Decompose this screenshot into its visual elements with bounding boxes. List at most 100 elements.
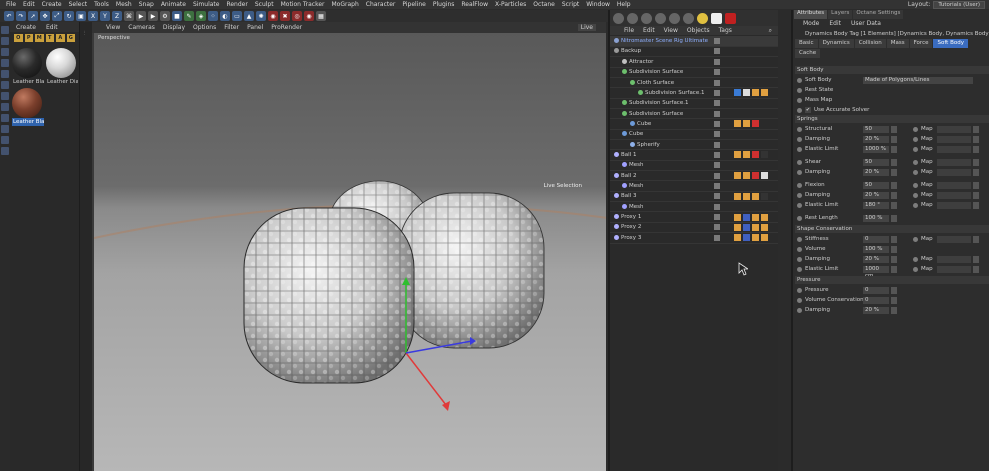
- section-header[interactable]: Soft Body: [795, 66, 989, 74]
- object-menu-tags[interactable]: Tags: [719, 27, 732, 34]
- parameter-value-field[interactable]: 1000 %: [863, 145, 889, 153]
- live-selection-icon[interactable]: ➚: [28, 11, 38, 21]
- subtab-cache[interactable]: Cache: [795, 49, 821, 58]
- map-link-field[interactable]: [937, 125, 971, 133]
- menu-create[interactable]: Create: [42, 1, 62, 8]
- render-picture-viewer-icon[interactable]: ▶: [148, 11, 158, 21]
- animate-keyframe-icon[interactable]: [913, 192, 918, 198]
- parameter-value-field[interactable]: 0: [863, 286, 889, 294]
- map-link-field[interactable]: [937, 181, 971, 189]
- parameter-value-field[interactable]: Made of Polygons/Lines: [863, 76, 973, 84]
- y-axis-icon[interactable]: Y: [100, 11, 110, 21]
- material-tool-o[interactable]: O: [14, 34, 23, 42]
- layer-visibility-icon[interactable]: [714, 120, 720, 127]
- menu-render[interactable]: Render: [226, 1, 247, 8]
- map-options-button[interactable]: [973, 191, 979, 199]
- rotate-icon[interactable]: ↻: [64, 11, 74, 21]
- menu-edit[interactable]: Edit: [23, 1, 35, 8]
- material-menu-create[interactable]: Create: [16, 24, 36, 31]
- layer-visibility-icon[interactable]: [714, 110, 720, 117]
- redo-icon[interactable]: ↷: [16, 11, 26, 21]
- tag-icon[interactable]: [752, 213, 759, 221]
- value-stepper[interactable]: [891, 191, 897, 199]
- animate-keyframe-icon[interactable]: [797, 136, 802, 142]
- object-row[interactable]: Backup: [610, 46, 778, 56]
- octane-live-icon[interactable]: ◉: [304, 11, 314, 21]
- sphere-shading-icon[interactable]: [641, 12, 652, 24]
- menu-script[interactable]: Script: [562, 1, 579, 8]
- record-icon[interactable]: [725, 12, 736, 24]
- parameter-value-field[interactable]: 0: [863, 235, 889, 243]
- object-row[interactable]: Cloth Surface: [610, 77, 778, 87]
- tag-icon[interactable]: [743, 89, 750, 97]
- parameter-value-field[interactable]: 20 %: [863, 135, 889, 143]
- tag-icon[interactable]: [752, 151, 759, 159]
- parameter-value-field[interactable]: 20 %: [863, 306, 889, 314]
- map-options-button[interactable]: [973, 201, 979, 209]
- animate-keyframe-icon[interactable]: [797, 159, 802, 165]
- sphere-shading-icon[interactable]: [683, 12, 694, 24]
- object-row[interactable]: Proxy 3: [610, 233, 778, 243]
- parameter-value-field[interactable]: 20 %: [863, 255, 889, 263]
- value-stepper[interactable]: [891, 296, 897, 304]
- parameter-value-field[interactable]: 180 °: [863, 201, 889, 209]
- tag-icon[interactable]: [734, 223, 741, 231]
- value-stepper[interactable]: [891, 245, 897, 253]
- parameter-value-field[interactable]: 0: [863, 296, 889, 304]
- tag-icon[interactable]: [761, 172, 768, 180]
- layer-visibility-icon[interactable]: [714, 203, 720, 210]
- lock-workplane-icon[interactable]: [1, 136, 9, 144]
- object-menu-view[interactable]: View: [664, 27, 678, 34]
- tag-icon[interactable]: [761, 213, 768, 221]
- subtab-basic[interactable]: Basic: [795, 39, 818, 48]
- animate-keyframe-icon[interactable]: [913, 159, 918, 165]
- menu-simulate[interactable]: Simulate: [193, 1, 220, 8]
- subtab-force[interactable]: Force: [909, 39, 933, 48]
- parameter-value-field[interactable]: 50: [863, 181, 889, 189]
- render-view-icon[interactable]: ▶: [136, 11, 146, 21]
- map-options-button[interactable]: [973, 255, 979, 263]
- deformer-icon[interactable]: ◐: [220, 11, 230, 21]
- sphere-shading-icon[interactable]: [669, 12, 680, 24]
- tag-icon[interactable]: [761, 151, 768, 159]
- array-icon[interactable]: ⁘: [208, 11, 218, 21]
- object-row[interactable]: Cube: [610, 129, 778, 139]
- ball-2-mesh[interactable]: [398, 192, 545, 349]
- object-row[interactable]: Subdivision Surface: [610, 67, 778, 77]
- menu-realflow[interactable]: RealFlow: [461, 1, 488, 8]
- viewport-menu-filter[interactable]: Filter: [224, 24, 239, 31]
- attr-menu-edit[interactable]: Edit: [829, 20, 841, 27]
- texture-mode-icon[interactable]: [1, 48, 9, 56]
- animate-keyframe-icon[interactable]: [913, 266, 918, 272]
- tag-icon[interactable]: [734, 192, 741, 200]
- map-options-button[interactable]: [973, 168, 979, 176]
- 3d-viewport[interactable]: Perspective Live Selection: [92, 33, 606, 471]
- object-row[interactable]: Ball 2: [610, 171, 778, 181]
- object-row[interactable]: Proxy 2: [610, 222, 778, 232]
- animate-keyframe-icon[interactable]: [913, 146, 918, 152]
- value-stepper[interactable]: [891, 286, 897, 294]
- soft-selection-icon[interactable]: [1, 147, 9, 155]
- sphere-shading-icon[interactable]: [655, 12, 666, 24]
- section-header[interactable]: Shape Conservation: [795, 225, 989, 233]
- map-link-field[interactable]: [937, 235, 971, 243]
- tab-octane-settings[interactable]: Octane Settings: [853, 10, 904, 19]
- map-link-field[interactable]: [937, 135, 971, 143]
- pen-icon[interactable]: ✎: [184, 11, 194, 21]
- tag-icon[interactable]: [743, 234, 750, 242]
- tag-icon[interactable]: [743, 213, 750, 221]
- menu-animate[interactable]: Animate: [161, 1, 186, 8]
- layout-dropdown[interactable]: Tutorials (User): [933, 0, 985, 9]
- tweak-mode-icon[interactable]: [1, 103, 9, 111]
- animate-keyframe-icon[interactable]: [797, 246, 802, 252]
- ball-1-mesh[interactable]: [243, 207, 415, 384]
- tag-icon[interactable]: [752, 172, 759, 180]
- tag-icon[interactable]: [734, 89, 741, 97]
- tag-icon[interactable]: [752, 192, 759, 200]
- value-stepper[interactable]: [891, 125, 897, 133]
- polygons-mode-icon[interactable]: [1, 81, 9, 89]
- value-stepper[interactable]: [891, 135, 897, 143]
- tag-icon[interactable]: [761, 192, 768, 200]
- animate-keyframe-icon[interactable]: [797, 146, 802, 152]
- tag-icon[interactable]: [752, 234, 759, 242]
